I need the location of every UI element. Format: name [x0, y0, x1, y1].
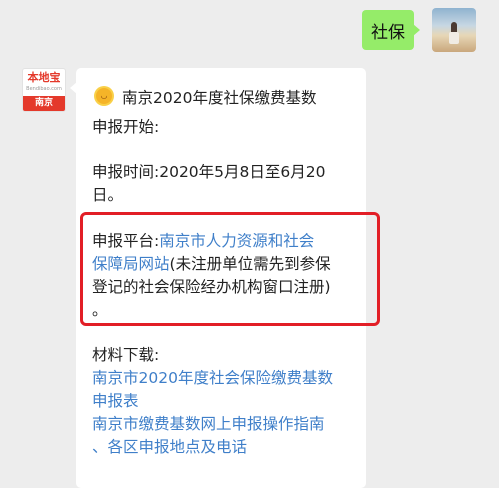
material-link-1[interactable]: 南京市2020年度社会保险缴费基数	[92, 367, 364, 390]
time-line-2: 日。	[92, 186, 124, 204]
my-message-text: 社保	[371, 22, 405, 43]
my-message-bubble[interactable]: 社保	[362, 10, 420, 50]
city-label: 南京	[23, 96, 65, 111]
avatar-figure-dress	[449, 32, 459, 44]
highlight-box	[80, 212, 380, 326]
time-line-1: 申报时间:2020年5月8日至6月20	[92, 163, 326, 181]
start-heading: 申报开始:	[92, 118, 160, 136]
my-avatar[interactable]	[432, 8, 476, 52]
material-link-1-continued[interactable]: 申报表	[92, 390, 364, 413]
bendibao-logo-text: 本地宝	[27, 71, 61, 84]
materials-heading: 材料下载:	[92, 346, 160, 364]
material-link-2-continued[interactable]: 、各区申报地点及电话	[92, 436, 364, 459]
bendibao-domain: Bendibao.com	[26, 86, 62, 92]
sun-icon: ◡	[92, 86, 116, 106]
article-title-row: ◡ 南京2020年度社保缴费基数	[92, 86, 364, 110]
material-link-2[interactable]: 南京市缴费基数网上申报操作指南	[92, 413, 364, 436]
article-title: 南京2020年度社保缴费基数	[122, 89, 317, 107]
official-account-avatar[interactable]: 本地宝 Bendibao.com 南京	[22, 68, 66, 112]
